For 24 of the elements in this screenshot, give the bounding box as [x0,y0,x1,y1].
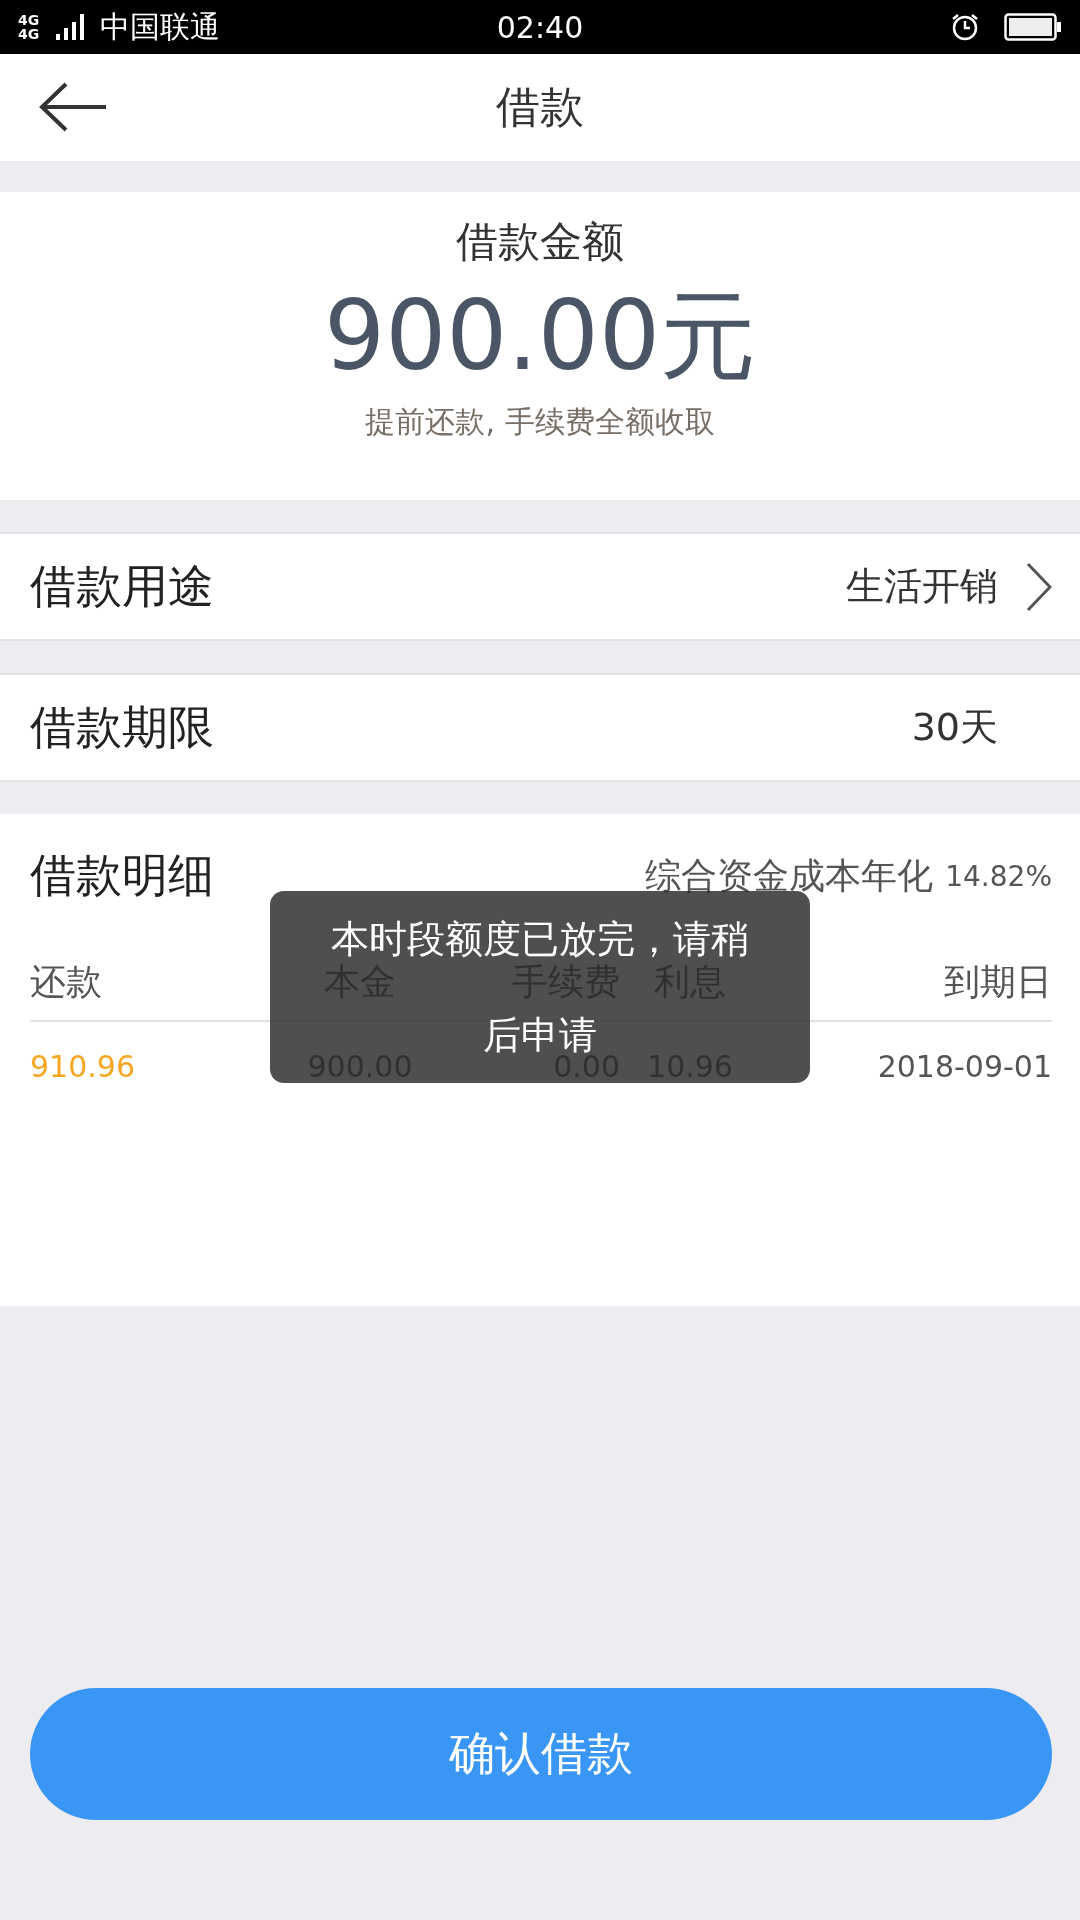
field-value: 生活开销 [846,563,998,610]
alarm-icon [950,12,980,42]
status-time: 02:40 [496,9,584,45]
column-header: 还款 [30,964,102,1000]
field-label: 借款期限 [30,698,215,756]
signal-icon [56,14,86,40]
fee-note: 提前还款, 手续费全额收取 [365,402,715,441]
rate-value: 14.82% [945,859,1052,893]
rate-label: 综合资金成本年化 [645,853,934,898]
page-title: 借款 [496,80,584,134]
details-title: 借款明细 [30,847,215,904]
battery-icon [1004,13,1062,41]
amount-value: 900.00元 [324,284,756,390]
table-cell: 910.96 [30,1048,135,1084]
chevron-icon [1026,561,1052,612]
amount-label: 借款金额 [456,216,624,268]
column-header: 到期日 [944,964,1052,1000]
field-value: 30天 [911,704,998,751]
purpose-row[interactable]: 借款用途 生活开销 [0,532,1080,641]
table-cell: 2018-09-01 [877,1048,1052,1084]
field-label: 借款用途 [30,557,215,615]
back-arrow-icon[interactable] [38,82,108,132]
carrier-name: 中国联通 [100,7,220,46]
network-label: 4G 4G [18,13,41,41]
